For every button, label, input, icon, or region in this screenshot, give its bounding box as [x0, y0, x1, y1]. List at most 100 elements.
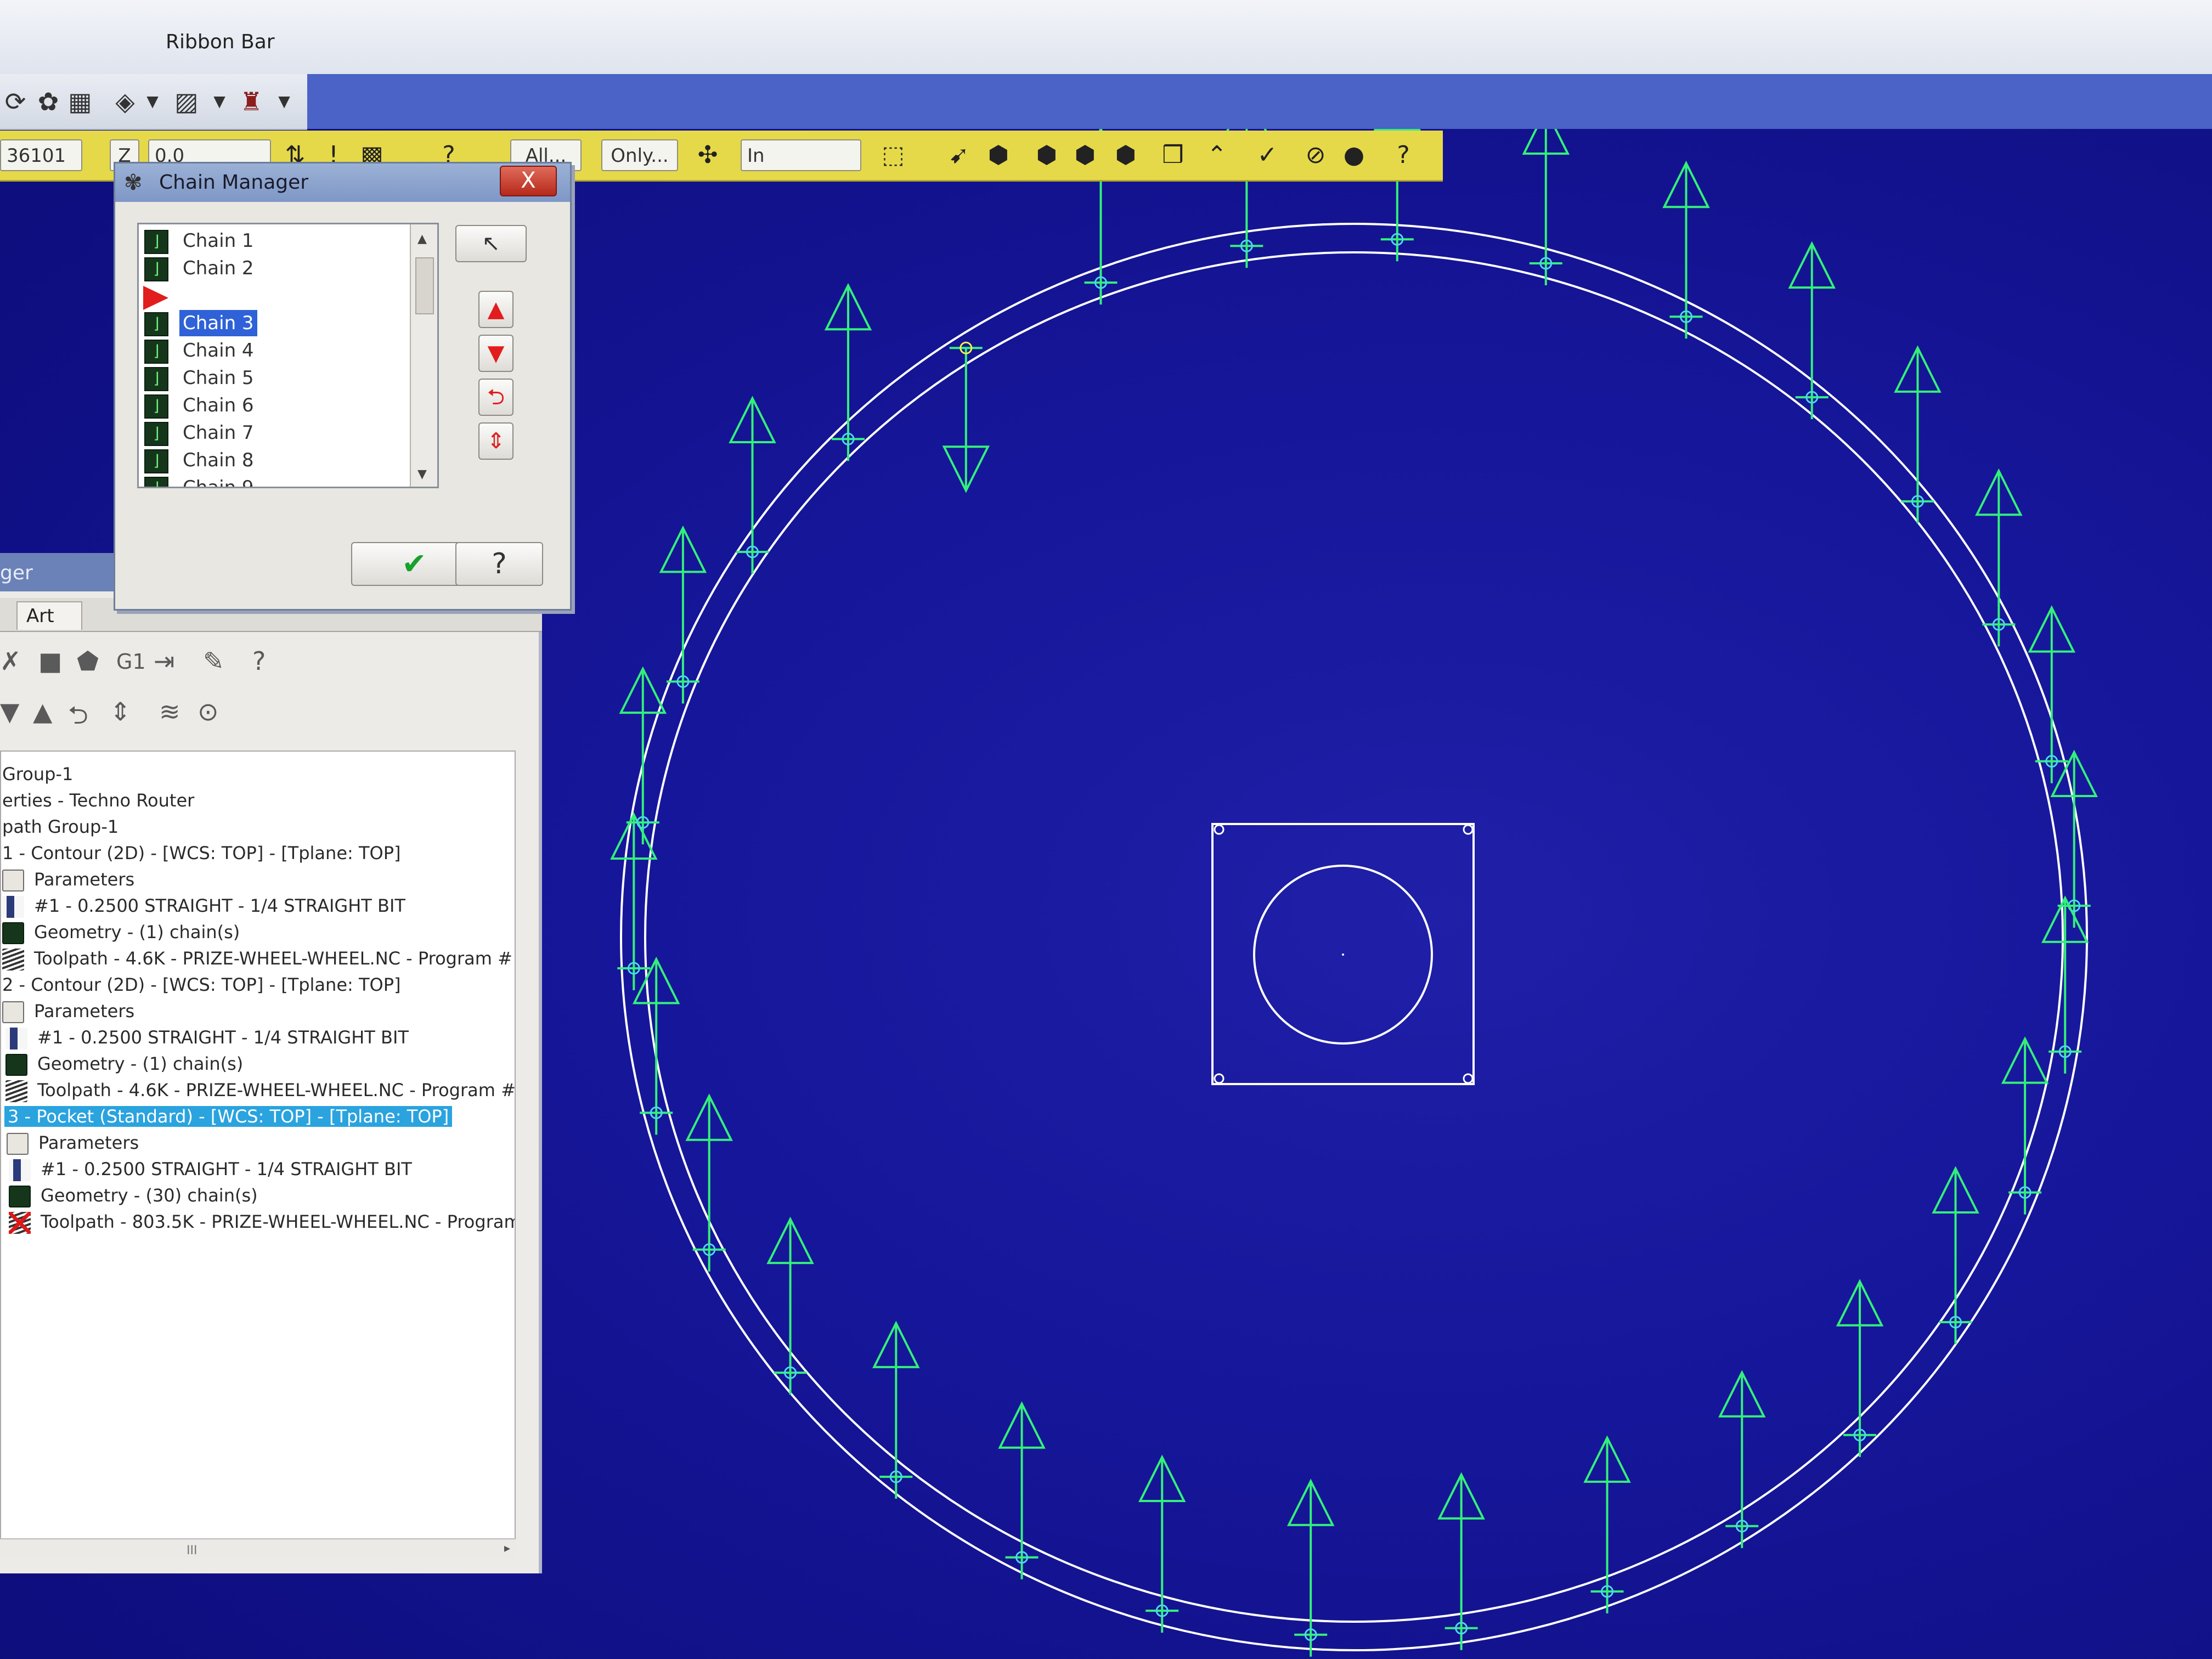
chain-direction-arrow[interactable]	[610, 812, 658, 990]
chain-direction-arrow[interactable]	[619, 666, 667, 845]
chain-item[interactable]: ⌋ Chain 6	[144, 392, 402, 419]
chain-item[interactable]: ⌋ Chain 8	[144, 447, 402, 473]
insert-arrow-icon[interactable]: ⮌	[68, 697, 88, 740]
chain-item[interactable]: ⌋ Chain 2	[144, 255, 402, 281]
selection-mode-icon[interactable]: ✣	[692, 138, 723, 172]
tree-item[interactable]: Toolpath - 803.5K - PRIZE-WHEEL-WHEEL.NC…	[9, 1209, 515, 1234]
sphere-icon[interactable]: ●	[1339, 138, 1369, 172]
chain-direction-arrow[interactable]	[2028, 605, 2076, 783]
scroll-thumb[interactable]: III	[187, 1544, 197, 1558]
tree-item[interactable]: erties - Techno Router	[2, 788, 194, 813]
line-style-dropdown-icon[interactable]: ▼	[204, 84, 235, 119]
ops-help-icon[interactable]: ?	[252, 646, 266, 676]
tree-operation-selected[interactable]: 3 - Pocket (Standard) - [WCS: TOP] - [Tp…	[4, 1104, 453, 1129]
chain-direction-arrow[interactable]	[1718, 1370, 1766, 1548]
chain-direction-arrow[interactable]	[2050, 749, 2098, 928]
chain-item[interactable]: ⌋ Chain 5	[144, 365, 402, 391]
select-only-button[interactable]: Only...	[601, 139, 678, 171]
tree-item[interactable]: #1 - 0.2500 STRAIGHT - 1/4 STRAIGHT BIT	[9, 1156, 412, 1182]
delete-icon[interactable]: ✗	[0, 646, 21, 676]
line-style-icon[interactable]: ▨	[171, 84, 202, 119]
chain-item[interactable]: ⌋ Chain 7	[144, 420, 402, 446]
regen-icon[interactable]: ⬟	[77, 646, 99, 676]
tree-item[interactable]: Geometry - (1) chain(s)	[2, 919, 240, 945]
level-field[interactable]: 36101	[0, 139, 82, 171]
toolbar-help-icon[interactable]: ?	[1388, 138, 1419, 172]
move-down-icon[interactable]: ▼	[0, 697, 19, 726]
select-all-ops-icon[interactable]: ■	[38, 646, 62, 676]
check-icon[interactable]: ✓	[1252, 138, 1283, 172]
help-button[interactable]: ?	[455, 542, 543, 586]
chain-direction-arrow[interactable]	[632, 956, 680, 1135]
chain-list-scrollbar[interactable]: ▲ ▼	[410, 224, 437, 487]
chain-direction-arrow[interactable]	[766, 1216, 814, 1395]
tree-item[interactable]: Toolpath - 4.6K - PRIZE-WHEEL-WHEEL.NC -…	[5, 1077, 515, 1103]
chain-item[interactable]: ⌋ Chain 4	[144, 337, 402, 364]
scroll-right-icon[interactable]: ▸	[504, 1542, 510, 1555]
view-icon[interactable]: ⟳	[0, 84, 31, 119]
chain-direction-arrow[interactable]	[1662, 160, 1710, 339]
chain-direction-arrow[interactable]	[1894, 345, 1942, 523]
wrench-icon[interactable]: ✎	[203, 646, 224, 676]
pointer-icon[interactable]: ➹	[944, 138, 974, 172]
scroll-up-icon[interactable]: ▲	[417, 232, 427, 246]
select-pointer-button[interactable]: ↖	[455, 225, 527, 262]
tree-operation[interactable]: 1 - Contour (2D) - [WCS: TOP] - [Tplane:…	[2, 840, 400, 866]
color-dropdown-icon[interactable]: ▼	[137, 84, 168, 119]
window-select-icon[interactable]: ⬚	[878, 138, 909, 172]
edge-select-icon[interactable]: ⬢	[1110, 138, 1141, 172]
body-select-icon[interactable]: ⬢	[1070, 138, 1101, 172]
level-dropdown-icon[interactable]: ▼	[269, 84, 300, 119]
close-button[interactable]: X	[500, 166, 557, 196]
face-select-icon[interactable]: ⬢	[1031, 138, 1062, 172]
chain-direction-arrow[interactable]	[998, 1401, 1046, 1579]
scroll-thumb[interactable]	[415, 257, 434, 314]
chain-list[interactable]: ⌋ Chain 1 ⌋ Chain 2 ⌋ Chain 3 ⌋ Chain 4 ⌋ Cha…	[137, 223, 439, 488]
shade-icon[interactable]: ✿	[33, 84, 64, 119]
tab-art[interactable]: Art	[16, 601, 82, 630]
solid-select-icon[interactable]: ⬢	[983, 138, 1014, 172]
tree-item[interactable]: Toolpath - 4.6K - PRIZE-WHEEL-WHEEL.NC -…	[2, 946, 515, 971]
tree-item[interactable]: #1 - 0.2500 STRAIGHT - 1/4 STRAIGHT BIT	[5, 1025, 409, 1050]
chain-direction-arrow[interactable]	[1437, 1472, 1485, 1650]
toggle-display-icon[interactable]: ≋	[159, 697, 180, 726]
level-icon[interactable]: ♜	[236, 84, 267, 119]
lock-icon[interactable]: ⊙	[198, 697, 219, 726]
chain-direction-arrow[interactable]	[2041, 895, 2089, 1074]
chain-direction-arrow[interactable]	[1932, 1166, 1979, 1345]
grid-icon[interactable]: ▦	[65, 84, 95, 119]
tree-item[interactable]: #1 - 0.2500 STRAIGHT - 1/4 STRAIGHT BIT	[2, 893, 405, 918]
cancel-icon[interactable]: ⊘	[1300, 138, 1331, 172]
chain-direction-arrow[interactable]	[942, 341, 990, 493]
operations-tree[interactable]: Group-1 erties - Techno Router path Grou…	[0, 751, 516, 1551]
chain-direction-arrow[interactable]	[1583, 1435, 1631, 1613]
chain-verify-icon[interactable]: ⌃	[1201, 138, 1232, 172]
horizontal-scrollbar[interactable]: III ▸	[0, 1538, 516, 1558]
tree-item[interactable]: Group-1	[2, 761, 73, 787]
move-down-button[interactable]: ▼	[478, 335, 514, 372]
scroll-icon[interactable]: ⇕	[110, 697, 131, 726]
tree-operation[interactable]: 2 - Contour (2D) - [WCS: TOP] - [Tplane:…	[2, 972, 400, 997]
reverse-chain-button[interactable]: ⮌	[478, 379, 514, 416]
color-icon[interactable]: ◈	[110, 84, 140, 119]
chain-manager-titlebar[interactable]: ✾ Chain Manager X	[115, 163, 570, 202]
tree-item[interactable]: Parameters	[2, 998, 134, 1024]
post-icon[interactable]: G1	[116, 650, 146, 674]
tree-item[interactable]: Parameters	[7, 1130, 139, 1155]
move-up-button[interactable]: ▲	[478, 291, 514, 328]
chain-item[interactable]: ⌋ Chain 1	[144, 228, 402, 254]
chain-arrows[interactable]	[610, 83, 2098, 1657]
chain-direction-arrow[interactable]	[1522, 107, 1570, 285]
chain-direction-arrow[interactable]	[1286, 1479, 1335, 1657]
chain-item-selected[interactable]: ⌋ Chain 3	[144, 310, 402, 336]
move-up-icon[interactable]: ▲	[33, 697, 52, 726]
tree-item[interactable]: Parameters	[2, 867, 134, 892]
chain-item[interactable]: ⌋ Chain 9	[144, 475, 402, 487]
chain-direction-arrow[interactable]	[1138, 1454, 1186, 1633]
tree-item[interactable]: Geometry - (1) chain(s)	[5, 1051, 243, 1076]
send-icon[interactable]: ⇥	[154, 646, 175, 676]
tree-item[interactable]: path Group-1	[2, 814, 119, 839]
cube-icon[interactable]: ❒	[1158, 138, 1188, 172]
scroll-down-icon[interactable]: ▼	[417, 467, 427, 481]
reorder-button[interactable]: ⇕	[478, 422, 514, 460]
